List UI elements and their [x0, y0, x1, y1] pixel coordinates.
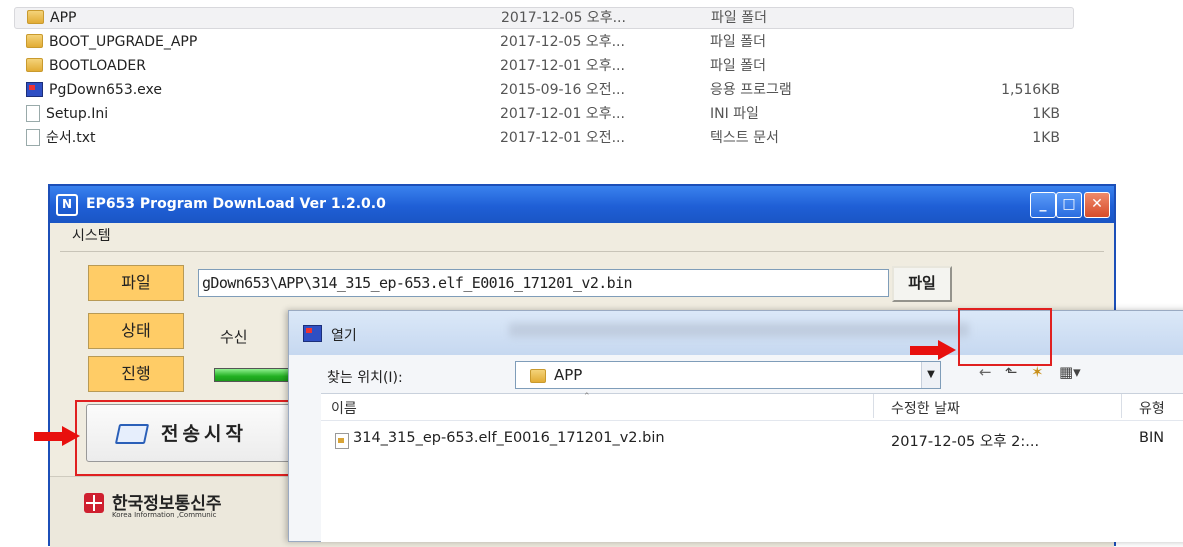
file-date: 2017-12-05 오후...: [501, 10, 626, 26]
menu-separator: [60, 251, 1104, 252]
highlight-box-start-button: [75, 400, 319, 476]
file-size: 1KB: [1032, 130, 1060, 146]
document-icon: [26, 104, 40, 122]
look-in-value: APP: [554, 366, 583, 384]
progress-label: 진행: [88, 356, 184, 392]
column-header-type[interactable]: 유형: [1139, 398, 1165, 418]
file-size: 1KB: [1032, 106, 1060, 122]
file-row-app[interactable]: APP 2017-12-05 오후... 파일 폴더: [14, 7, 1074, 29]
file-name: BOOT_UPGRADE_APP: [49, 34, 198, 50]
look-in-dropdown[interactable]: APP ▼: [515, 361, 941, 389]
file-name: BOOTLOADER: [49, 58, 146, 74]
file-name-cell: BOOTLOADER: [26, 55, 146, 77]
look-in-label: 찾는 위치(I):: [327, 370, 403, 386]
file-browse-button[interactable]: 파일: [892, 266, 952, 302]
dialog-file-date: 2017-12-05 오후 2:...: [891, 434, 1040, 450]
file-row-bootloader[interactable]: BOOTLOADER 2017-12-01 오후... 파일 폴더: [14, 55, 1074, 77]
file-type: 텍스트 문서: [710, 130, 779, 146]
file-date: 2017-12-01 오전...: [500, 130, 625, 146]
file-type: 파일 폴더: [710, 58, 766, 74]
file-type: INI 파일: [710, 106, 759, 122]
file-row-boot-upgrade-app[interactable]: BOOT_UPGRADE_APP 2017-12-05 오후... 파일 폴더: [14, 31, 1074, 53]
company-logo-icon: [84, 493, 104, 513]
file-type: 응용 프로그램: [710, 82, 792, 98]
view-menu-icon[interactable]: ▦▾: [1059, 363, 1081, 381]
red-arrow-icon: [34, 426, 82, 446]
column-divider[interactable]: [873, 394, 874, 418]
file-row-pgdown653-exe[interactable]: PgDown653.exe 2015-09-16 오전... 응용 프로그램 1…: [14, 79, 1074, 101]
status-text: 수신: [220, 328, 248, 346]
arrow-shaft: [910, 346, 940, 355]
folder-icon: [26, 34, 43, 48]
column-header-date[interactable]: 수정한 날짜: [891, 398, 960, 418]
close-button[interactable]: ✕: [1084, 192, 1110, 218]
menu-item-system[interactable]: 시스템: [72, 228, 111, 244]
file-name-cell: PgDown653.exe: [26, 79, 162, 101]
header-divider: [321, 420, 1183, 421]
highlight-box-dialog: [958, 308, 1052, 366]
maximize-button[interactable]: □: [1056, 192, 1082, 218]
bin-file-icon: [335, 433, 349, 449]
status-label: 상태: [88, 313, 184, 349]
blurred-title-area: [509, 323, 969, 337]
dialog-title: 열기: [331, 328, 357, 344]
file-date: 2015-09-16 오전...: [500, 82, 625, 98]
file-name-cell: BOOT_UPGRADE_APP: [26, 31, 197, 53]
file-date: 2017-12-05 오후...: [500, 34, 625, 50]
exe-icon: [26, 81, 43, 97]
column-header-name[interactable]: 이름: [331, 398, 357, 418]
dialog-file-list: ⌃ 이름 수정한 날짜 유형 314_315_ep-653.elf_E0016_…: [321, 392, 1183, 542]
window-title: EP653 Program DownLoad Ver 1.2.0.0: [86, 196, 386, 212]
file-row-order-txt[interactable]: 순서.txt 2017-12-01 오전... 텍스트 문서 1KB: [14, 127, 1074, 149]
file-path-field[interactable]: gDown653\APP\314_315_ep-653.elf_E0016_17…: [198, 269, 889, 297]
arrow-shaft: [34, 432, 64, 441]
minimize-button[interactable]: _: [1030, 192, 1056, 218]
file-type: 파일 폴더: [711, 10, 767, 26]
folder-icon: [27, 10, 44, 24]
arrow-head: [938, 340, 956, 360]
menu-bar: 시스템: [50, 223, 1114, 249]
app-icon: N: [56, 194, 78, 216]
column-divider[interactable]: [1121, 394, 1122, 418]
file-type: 파일 폴더: [710, 34, 766, 50]
file-name: APP: [50, 10, 77, 26]
chevron-down-icon[interactable]: ▼: [921, 362, 940, 388]
file-row-setup-ini[interactable]: Setup.Ini 2017-12-01 오후... INI 파일 1KB: [14, 103, 1074, 125]
company-name-english: Korea Information ,Communic: [112, 511, 217, 519]
file-label: 파일: [88, 265, 184, 301]
file-name: 순서.txt: [46, 130, 96, 146]
file-size: 1,516KB: [1001, 82, 1060, 98]
red-arrow-icon: [910, 340, 958, 360]
file-name: PgDown653.exe: [49, 82, 163, 98]
dialog-file-name: 314_315_ep-653.elf_E0016_171201_v2.bin: [353, 430, 665, 446]
dialog-file-row[interactable]: 314_315_ep-653.elf_E0016_171201_v2.bin 2…: [321, 430, 1183, 452]
file-name: Setup.Ini: [46, 106, 109, 122]
folder-icon: [530, 369, 546, 383]
file-date: 2017-12-01 오후...: [500, 58, 625, 74]
file-date: 2017-12-01 오후...: [500, 106, 625, 122]
dialog-file-type: BIN: [1139, 430, 1165, 446]
file-name-cell: APP: [27, 8, 76, 28]
sort-ascending-icon: ⌃: [583, 392, 591, 402]
file-name-cell: 순서.txt: [26, 127, 95, 149]
file-name-cell: Setup.Ini: [26, 103, 108, 125]
explorer-file-list: APP 2017-12-05 오후... 파일 폴더 BOOT_UPGRADE_…: [14, 7, 1074, 151]
dialog-app-icon: [303, 325, 322, 342]
document-icon: [26, 128, 40, 146]
arrow-head: [62, 426, 80, 446]
folder-icon: [26, 58, 43, 72]
window-titlebar[interactable]: N EP653 Program DownLoad Ver 1.2.0.0 _ □…: [50, 186, 1114, 223]
